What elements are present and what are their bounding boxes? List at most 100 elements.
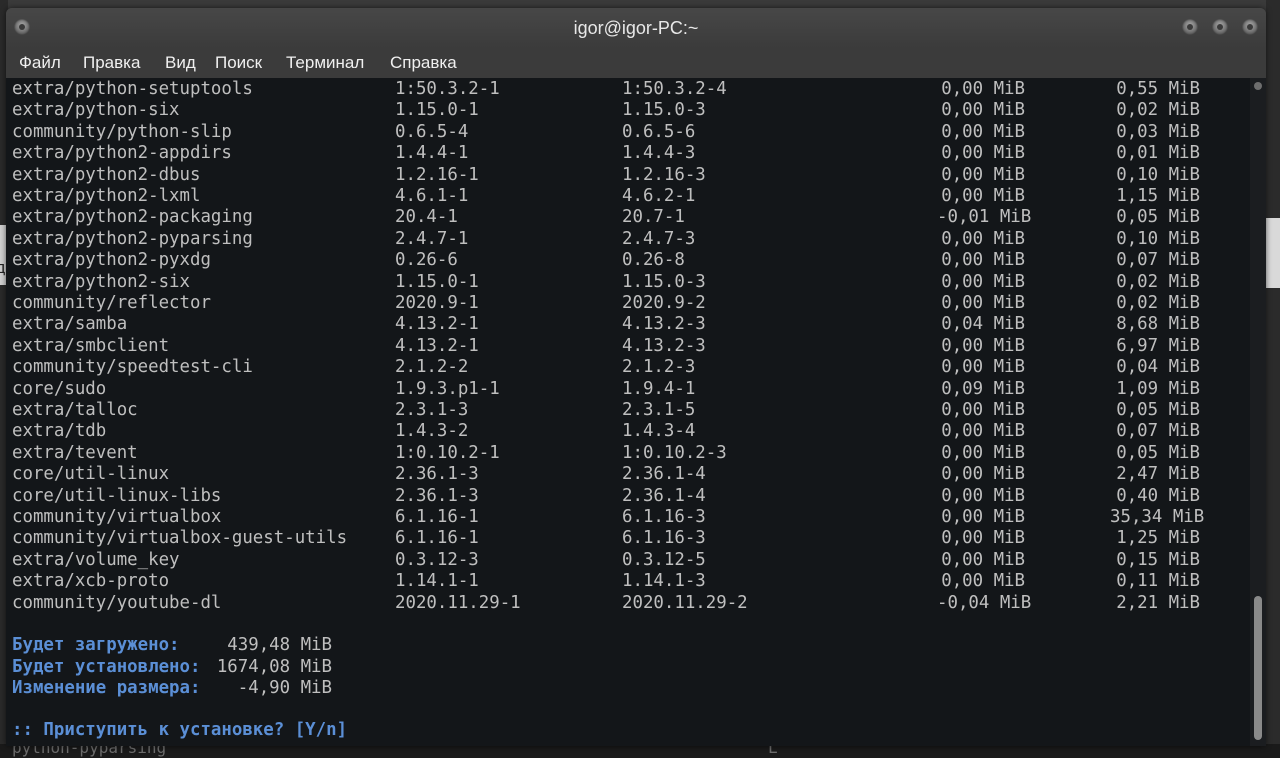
old-version: 0.3.12-3 [395, 549, 479, 570]
old-version: 4.6.1-1 [395, 186, 469, 206]
old-version: 1.4.4-1 [395, 143, 469, 164]
new-version: 1.15.0-3 [622, 271, 706, 292]
window-title: igor@igor-PC:~ [573, 18, 699, 38]
net-change: 0,00 MiB [941, 357, 1025, 378]
terminal-window: igor@igor-PC:~ Файл Правка Вид Поиск Тер… [6, 8, 1266, 746]
net-change: 0,00 MiB [941, 228, 1025, 249]
download-size: 0,55 MiB [1116, 79, 1200, 99]
new-version: 1:0.10.2-3 [622, 442, 727, 463]
download-size: 0,02 MiB [1116, 271, 1200, 292]
net-change: 0,00 MiB [941, 79, 1025, 99]
old-version: 2020.9-1 [395, 293, 479, 313]
maximize-button[interactable] [1212, 19, 1228, 35]
old-version: 20.4-1 [395, 207, 458, 228]
terminal-output[interactable]: extra/python-setuptools 1:50.3.2-1 1:50.3.… [6, 78, 1250, 746]
net-change: 0,00 MiB [941, 250, 1025, 271]
new-version: 1.15.0-3 [622, 100, 706, 121]
download-size: 0,15 MiB [1116, 549, 1200, 570]
scrollbar-thumb[interactable] [1254, 596, 1262, 740]
old-version: 2.36.1-3 [395, 485, 479, 506]
install-prompt: :: Приступить к установке? [Y/n] [12, 720, 348, 740]
download-size: 0,11 MiB [1116, 571, 1200, 592]
new-version: 1.2.16-3 [622, 164, 706, 185]
download-size: 1,15 MiB [1116, 186, 1200, 206]
download-size: 0,07 MiB [1116, 250, 1200, 271]
new-version: 1.9.4-1 [622, 378, 696, 399]
terminal-scrollbar[interactable] [1250, 78, 1266, 746]
net-change: 0,00 MiB [941, 335, 1025, 356]
window-titlebar[interactable]: igor@igor-PC:~ [6, 8, 1266, 48]
old-version: 1.2.16-1 [395, 164, 479, 185]
menu-help[interactable]: Справка [390, 53, 457, 73]
desktop-background-right [1266, 0, 1280, 758]
old-version: 1.15.0-1 [395, 271, 479, 292]
package-name: extra/python2-six [12, 271, 190, 292]
menu-view[interactable]: Вид [165, 53, 196, 73]
download-size: 0,01 MiB [1116, 143, 1200, 164]
summary-label: Изменение размера: [12, 678, 201, 699]
package-name: community/virtualbox [12, 507, 222, 527]
background-left-edge-text: д [0, 258, 6, 277]
menu-search[interactable]: Поиск [215, 53, 262, 73]
net-change: 0,00 MiB [941, 186, 1025, 206]
package-name: extra/talloc [12, 400, 138, 420]
package-name: community/reflector [12, 293, 211, 313]
net-change: 0,04 MiB [941, 314, 1025, 335]
old-version: 4.13.2-1 [395, 335, 479, 356]
new-version: 4.13.2-3 [622, 314, 706, 335]
new-version: 6.1.16-3 [622, 528, 706, 549]
download-size: 2,21 MiB [1116, 592, 1200, 613]
download-size: 0,10 MiB [1116, 228, 1200, 249]
package-name: community/youtube-dl [12, 592, 222, 613]
summary-line: Будет загружено: 439,48 MiB [12, 635, 412, 656]
close-button[interactable] [1242, 19, 1258, 35]
new-version: 2.4.7-3 [622, 228, 696, 249]
menu-edit[interactable]: Правка [83, 53, 140, 73]
old-version: 1.4.3-2 [395, 421, 469, 442]
package-name: core/sudo [12, 378, 107, 399]
net-change: 0,00 MiB [941, 442, 1025, 463]
package-name: extra/tevent [12, 442, 138, 463]
download-size: 0,02 MiB [1116, 293, 1200, 313]
net-change: 0,00 MiB [941, 549, 1025, 570]
scrollbar-top-cap [1254, 82, 1262, 90]
package-name: extra/python2-appdirs [12, 143, 232, 164]
new-version: 1.4.3-4 [622, 421, 696, 442]
old-version: 2.1.2-2 [395, 357, 469, 378]
package-name: extra/python2-lxml [12, 186, 201, 206]
old-version: 4.13.2-1 [395, 314, 479, 335]
menubar: Файл Правка Вид Поиск Терминал Справка [6, 48, 1266, 78]
download-size: 0,05 MiB [1116, 442, 1200, 463]
new-version: 6.1.16-3 [622, 507, 706, 527]
new-version: 2.36.1-4 [622, 485, 706, 506]
package-name: extra/python2-dbus [12, 164, 201, 185]
net-change: 0,00 MiB [941, 164, 1025, 185]
menu-terminal[interactable]: Терминал [286, 53, 364, 73]
old-version: 1.14.1-1 [395, 571, 479, 592]
download-size: 0,40 MiB [1116, 485, 1200, 506]
old-version: 6.1.16-1 [395, 528, 479, 549]
download-size: 8,68 MiB [1116, 314, 1200, 335]
old-version: 2.36.1-3 [395, 464, 479, 485]
net-change: 0,00 MiB [941, 143, 1025, 164]
summary-line: Изменение размера: -4,90 MiB [12, 678, 412, 699]
summary-value: 439,48 MiB [227, 635, 332, 656]
new-version: 1.4.4-3 [622, 143, 696, 164]
net-change: 0,00 MiB [941, 100, 1025, 121]
package-name: community/virtualbox-guest-utils [12, 528, 348, 549]
package-name: community/python-slip [12, 121, 232, 142]
minimize-button[interactable] [1182, 19, 1198, 35]
old-version: 1.9.3.p1-1 [395, 378, 500, 399]
new-version: 2.1.2-3 [622, 357, 696, 378]
net-change: -0,01 MiB [937, 207, 1032, 228]
menu-file[interactable]: Файл [19, 53, 61, 73]
new-version: 1.14.1-3 [622, 571, 706, 592]
old-version: 1.15.0-1 [395, 100, 479, 121]
old-version: 2.4.7-1 [395, 228, 469, 249]
package-name: extra/python-six [12, 100, 180, 121]
package-name: core/util-linux-libs [12, 485, 222, 506]
download-size: 6,97 MiB [1116, 335, 1200, 356]
package-name: core/util-linux [12, 464, 170, 485]
old-version: 6.1.16-1 [395, 507, 479, 527]
new-version: 0.3.12-5 [622, 549, 706, 570]
